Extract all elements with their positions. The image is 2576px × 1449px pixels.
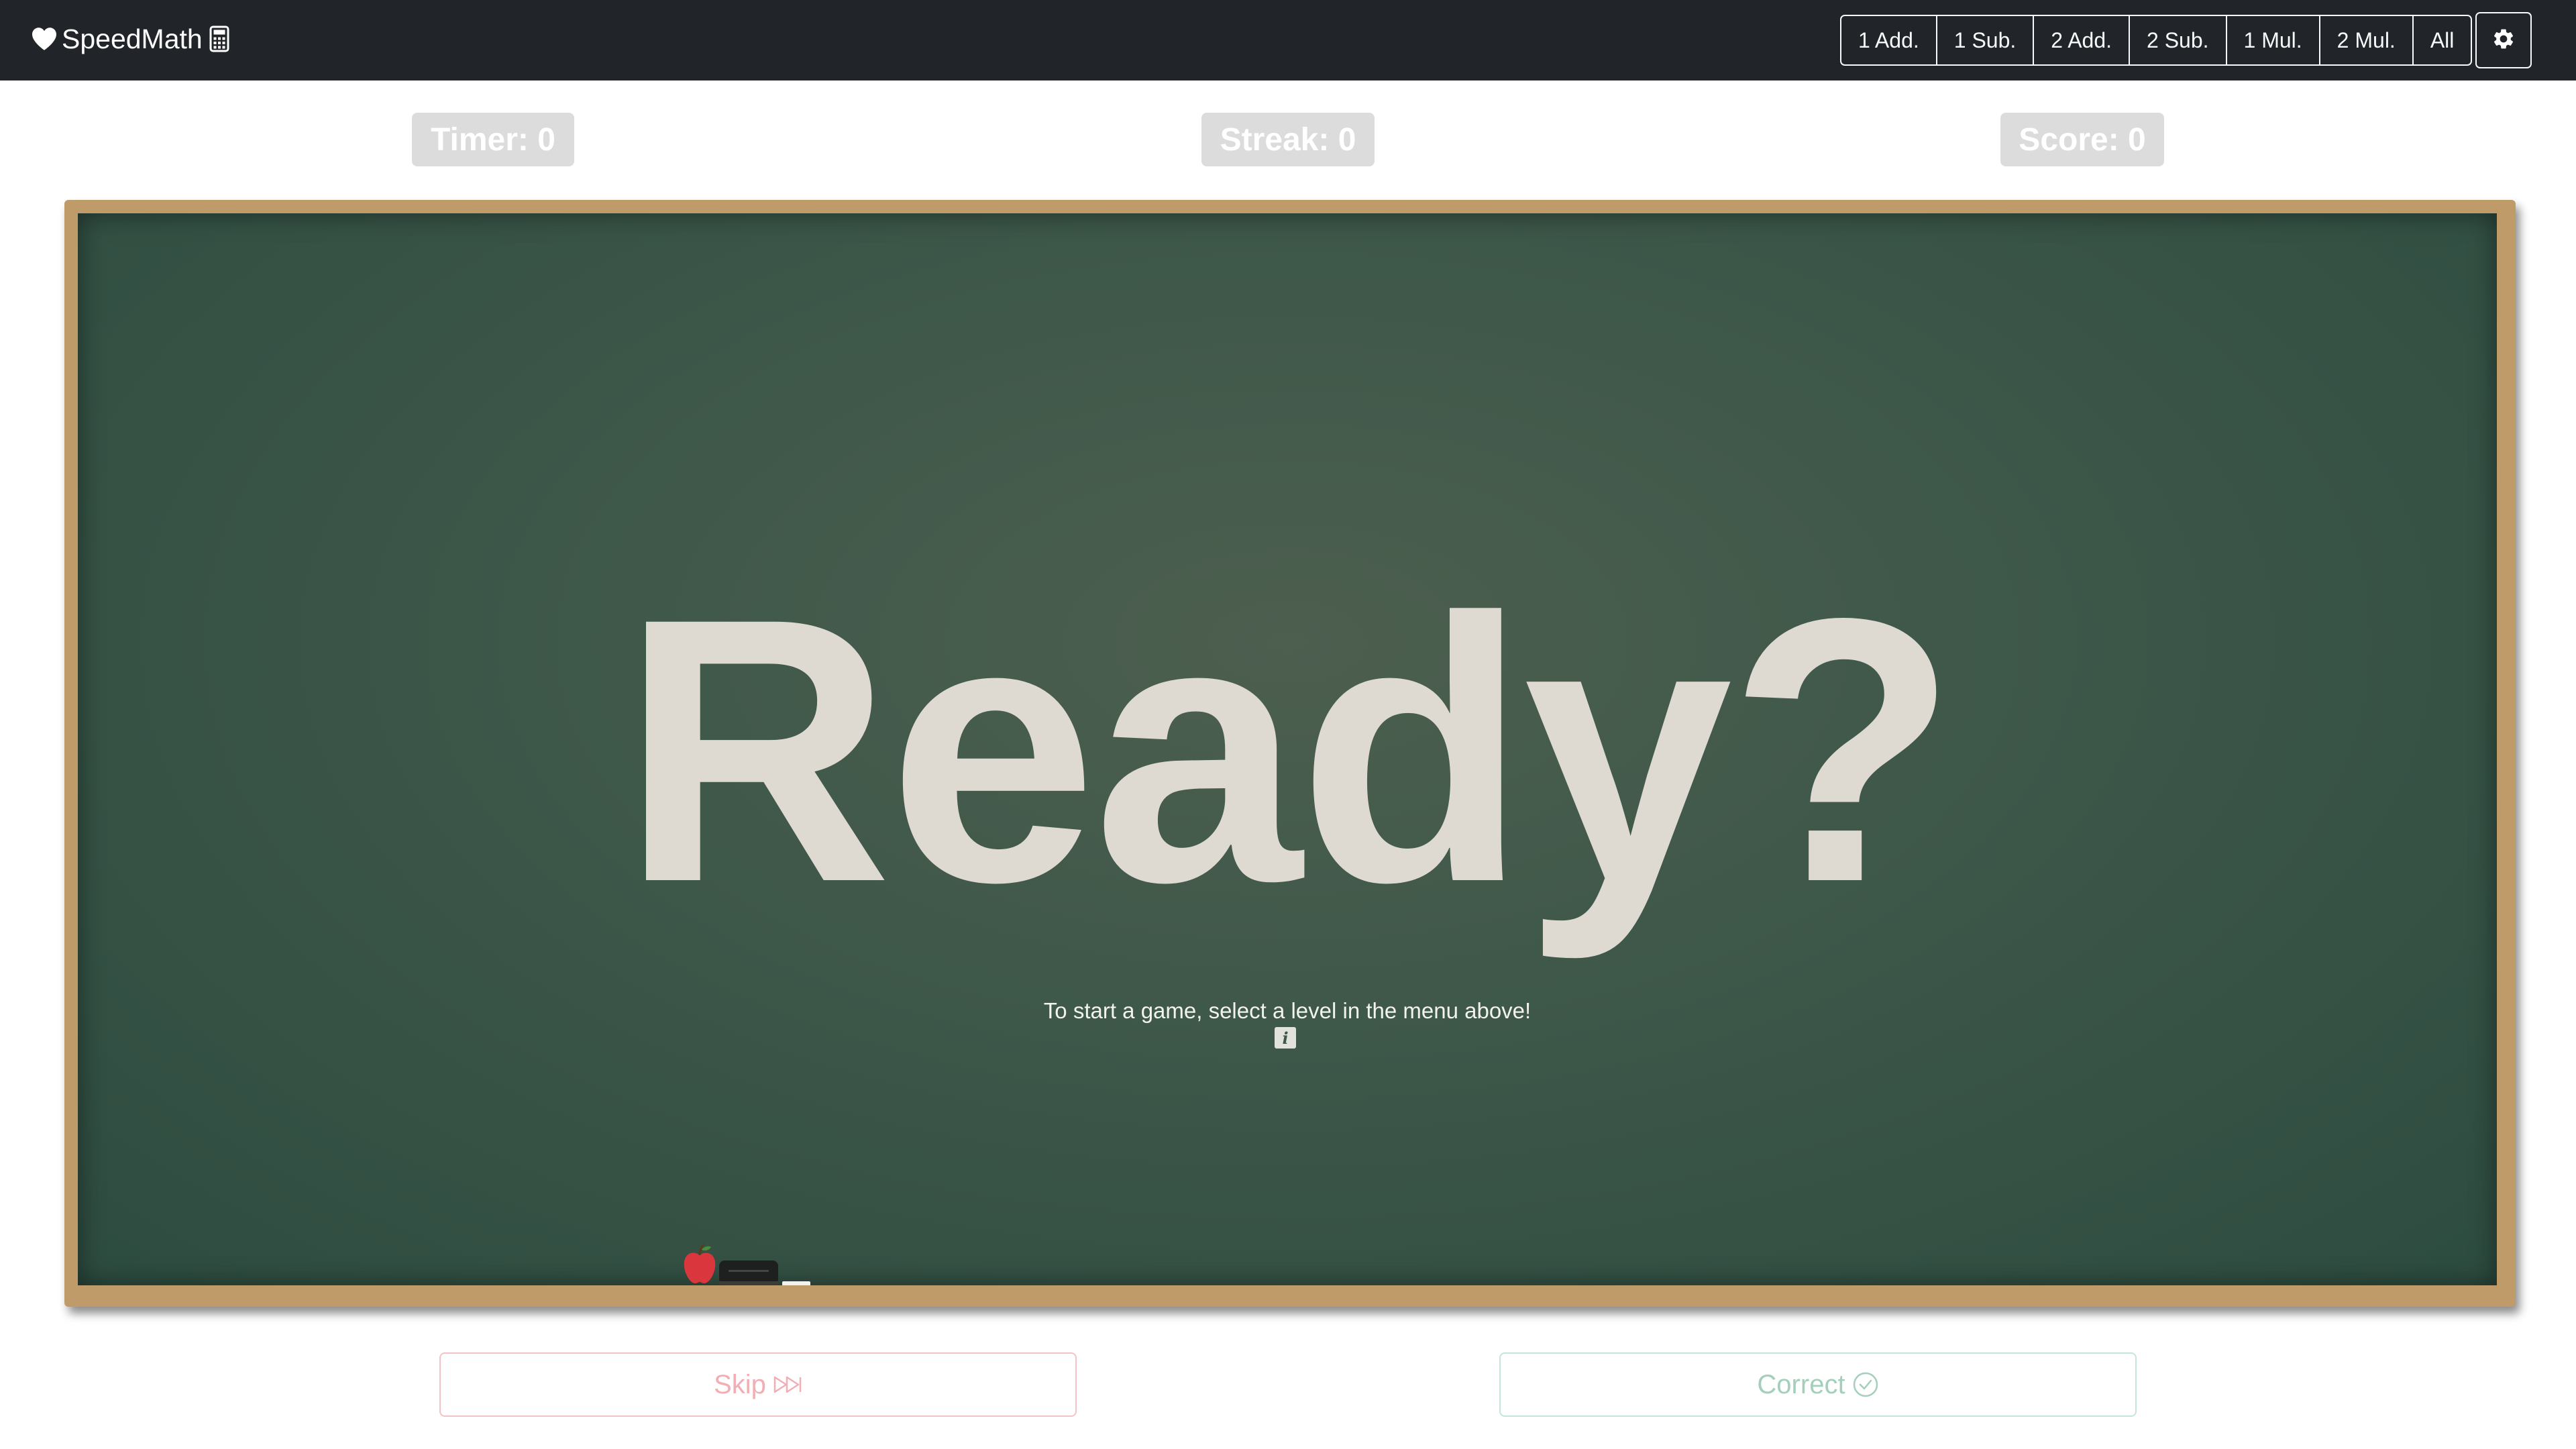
level-button-2-sub[interactable]: 2 Sub. [2129,15,2227,66]
brand-name: SpeedMath [62,23,203,54]
skip-button[interactable]: Skip [439,1352,1077,1417]
settings-button[interactable] [2475,12,2532,68]
timer-badge: Timer: 0 [412,113,574,166]
chalkboard-frame: Ready? To start a game, select a level i… [64,200,2516,1307]
score-badge: Score: 0 [2000,113,2164,166]
correct-label: Correct [1757,1369,1845,1399]
correct-button[interactable]: Correct [1499,1352,2137,1417]
info-icon[interactable]: i [1275,1027,1296,1049]
skip-label: Skip [714,1369,766,1399]
navbar: SpeedMath 1 Add. 1 Sub. 2 Add. 2 Sub. 1 … [0,0,2576,80]
chalkboard: Ready? To start a game, select a level i… [78,213,2497,1285]
ready-headline: Ready? [621,540,1958,960]
heart-icon [31,27,58,51]
check-circle-icon [1845,1371,1879,1398]
level-button-1-sub[interactable]: 1 Sub. [1935,15,2035,66]
level-button-2-mul[interactable]: 2 Mul. [2318,15,2414,66]
apple-icon [682,1243,718,1285]
level-selector: 1 Add. 1 Sub. 2 Add. 2 Sub. 1 Mul. 2 Mul… [1840,15,2473,66]
level-button-2-add[interactable]: 2 Add. [2033,15,2131,66]
calculator-icon [209,25,229,52]
brand[interactable]: SpeedMath [31,19,229,59]
chalk [782,1281,810,1285]
gear-icon [2491,27,2516,54]
level-button-all[interactable]: All [2412,15,2473,66]
level-button-1-add[interactable]: 1 Add. [1840,15,1937,66]
fast-forward-icon [766,1375,802,1394]
streak-badge: Streak: 0 [1201,113,1375,166]
level-button-1-mul[interactable]: 1 Mul. [2225,15,2320,66]
start-instruction: To start a game, select a level in the m… [1043,998,1532,1023]
eraser [719,1260,778,1285]
